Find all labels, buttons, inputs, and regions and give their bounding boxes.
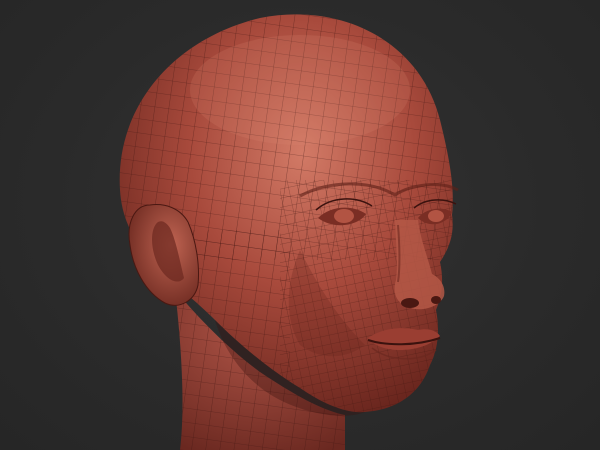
head-sculpt-model xyxy=(119,14,459,450)
skull-highlight xyxy=(190,35,410,145)
viewport[interactable] xyxy=(0,0,600,450)
